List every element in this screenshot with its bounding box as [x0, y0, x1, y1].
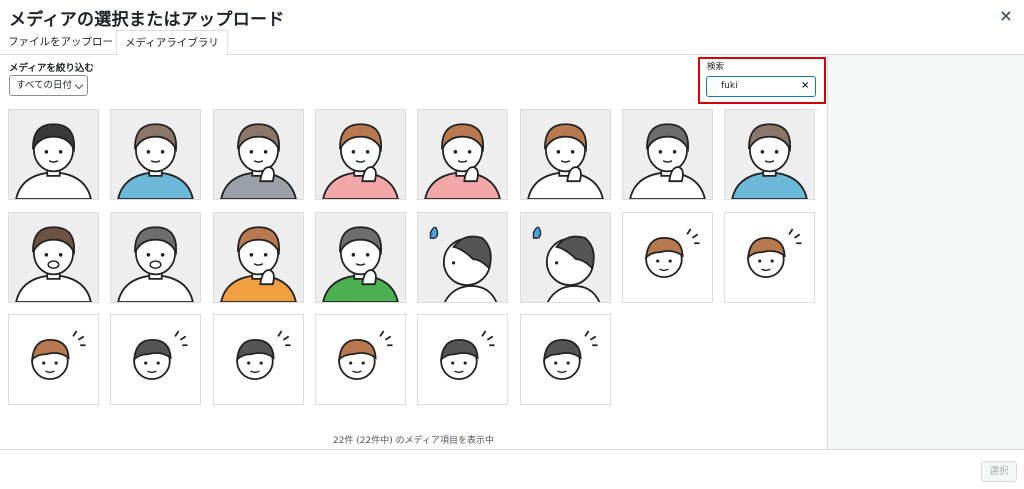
- modal-footer: 選択: [0, 449, 1024, 489]
- media-thumbnail-man-side-sweat[interactable]: [417, 212, 508, 303]
- person-illustration-icon: [429, 226, 498, 302]
- search-input[interactable]: fuki: [706, 76, 816, 97]
- person-illustration-icon: [15, 123, 92, 199]
- media-thumbnail-man-side-idea[interactable]: [520, 212, 611, 303]
- media-thumbnail-woman-thinking-white[interactable]: [520, 109, 611, 200]
- media-thumbnail-woman-confused-fuki[interactable]: [724, 212, 815, 303]
- media-thumbnail-man-smile-fuki[interactable]: [520, 314, 611, 405]
- person-illustration-icon: [338, 330, 393, 380]
- person-illustration-icon: [220, 123, 297, 199]
- person-illustration-icon: [440, 330, 495, 380]
- person-illustration-icon: [424, 123, 501, 199]
- media-thumbnail-man-thinking-green[interactable]: [315, 212, 406, 303]
- media-thumbnail-woman-worried-pink[interactable]: [417, 109, 508, 200]
- media-thumbnail-man-confused-fuki[interactable]: [417, 314, 508, 405]
- attachment-details-sidebar: [827, 55, 1024, 449]
- media-thumbnail-man-worried-fuki[interactable]: [110, 314, 201, 405]
- date-filter-select[interactable]: すべての日付: [9, 75, 88, 96]
- person-illustration-icon: [527, 123, 604, 199]
- media-thumbnail-man-thinking-white[interactable]: [622, 109, 713, 200]
- tab-bar: ファイルをアップロード メディアライブラリ: [0, 30, 1024, 56]
- search-label: 検索: [707, 62, 725, 72]
- person-illustration-icon: [731, 123, 808, 199]
- person-illustration-icon: [15, 226, 92, 302]
- person-illustration-icon: [117, 226, 194, 302]
- filter-label: メディアを絞り込む: [9, 63, 94, 74]
- media-thumbnail-woman-thinking-pink[interactable]: [315, 109, 406, 200]
- media-thumbnail-man-suit-black-hair[interactable]: [8, 109, 99, 200]
- person-illustration-icon: [322, 226, 399, 302]
- media-thumbnail-woman-angry-fuki[interactable]: [622, 212, 713, 303]
- person-illustration-icon: [629, 123, 706, 199]
- person-illustration-icon: [645, 228, 700, 278]
- close-icon[interactable]: ×: [996, 6, 1016, 26]
- person-illustration-icon: [236, 330, 291, 380]
- media-thumbnail-man-angry-fuki[interactable]: [213, 314, 304, 405]
- media-thumbnail-woman-thinking-orange[interactable]: [213, 212, 304, 303]
- media-thumbnail-woman-shock[interactable]: [8, 212, 99, 303]
- media-count-status: 22件 (22件中) のメディア項目を表示中: [332, 436, 495, 446]
- clear-search-icon[interactable]: ×: [801, 80, 809, 91]
- person-illustration-icon: [747, 228, 802, 278]
- date-filter-value: すべての日付: [16, 80, 72, 91]
- person-illustration-icon: [31, 330, 86, 380]
- select-button[interactable]: 選択: [981, 461, 1017, 482]
- media-thumbnail-woman-gray-cardigan[interactable]: [213, 109, 304, 200]
- media-thumbnail-woman-happy-fuki[interactable]: [315, 314, 406, 405]
- chevron-down-icon: [74, 80, 84, 90]
- media-thumbnail-woman-surprised-fuki[interactable]: [8, 314, 99, 405]
- media-thumbnail-man-shock[interactable]: [110, 212, 201, 303]
- media-thumbnail-woman-smile-blue[interactable]: [724, 109, 815, 200]
- person-illustration-icon: [133, 330, 188, 380]
- media-modal: メディアの選択またはアップロード × ファイルをアップロード メディアライブラリ…: [0, 0, 1024, 489]
- dialog-title: メディアの選択またはアップロード: [9, 10, 285, 30]
- person-illustration-icon: [543, 330, 598, 380]
- tab-media-library[interactable]: メディアライブラリ: [116, 30, 228, 56]
- media-thumbnail-man-brown-hair-blue[interactable]: [110, 109, 201, 200]
- person-illustration-icon: [220, 226, 297, 302]
- tab-upload-files[interactable]: ファイルをアップロード: [0, 30, 132, 55]
- person-illustration-icon: [532, 226, 601, 302]
- person-illustration-icon: [322, 123, 399, 199]
- person-illustration-icon: [117, 123, 194, 199]
